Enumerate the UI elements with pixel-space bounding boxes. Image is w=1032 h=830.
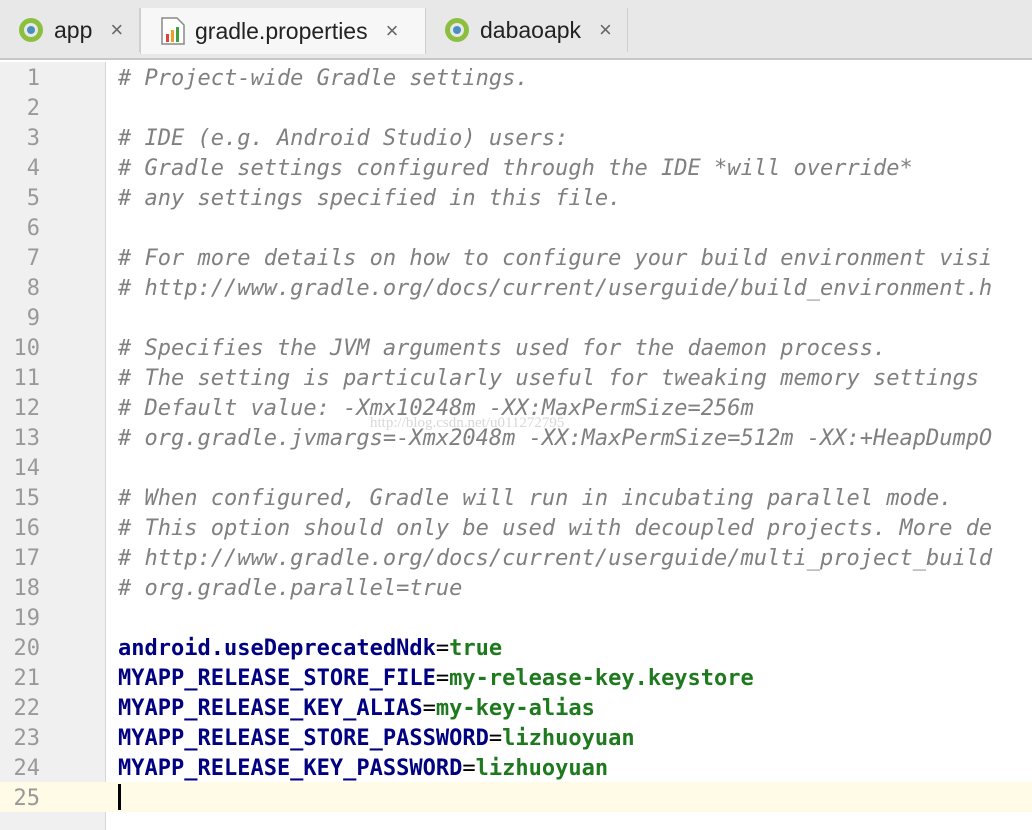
line-number: 25 bbox=[13, 786, 41, 811]
property-separator: = bbox=[488, 726, 503, 751]
code-comment-line: # http://www.gradle.org/docs/current/use… bbox=[118, 546, 993, 571]
code-comment-line: # When configured, Gradle will run in in… bbox=[118, 486, 953, 511]
code-comment-line: # Specifies the JVM arguments used for t… bbox=[118, 336, 887, 361]
property-key: android.useDeprecatedNdk bbox=[118, 636, 436, 661]
code-comment-line: # Gradle settings configured through the… bbox=[118, 156, 913, 181]
line-number: 9 bbox=[26, 306, 40, 331]
line-number: 18 bbox=[13, 576, 41, 601]
tab-label: dabaoapk bbox=[480, 16, 582, 43]
property-separator: = bbox=[435, 666, 450, 691]
watermark: http://blog.csdn.net/u011272795 bbox=[370, 415, 565, 431]
editor-tab-bar: app × gradle.properties × dabaoapk × bbox=[0, 0, 1032, 60]
android-module-icon bbox=[445, 18, 469, 42]
text-caret bbox=[118, 784, 121, 810]
code-comment-line: # Project-wide Gradle settings. bbox=[118, 66, 529, 91]
property-line: android.useDeprecatedNdk=true bbox=[118, 634, 502, 664]
line-number: 8 bbox=[26, 276, 40, 301]
line-number: 12 bbox=[13, 396, 41, 421]
line-number: 23 bbox=[13, 726, 41, 751]
line-number: 24 bbox=[13, 756, 41, 781]
property-key: MYAPP_RELEASE_STORE_PASSWORD bbox=[118, 726, 489, 751]
tab-label: gradle.properties bbox=[195, 17, 368, 44]
property-key: MYAPP_RELEASE_KEY_PASSWORD bbox=[118, 756, 463, 781]
line-number: 13 bbox=[13, 426, 41, 451]
code-comment-line: # org.gradle.parallel=true bbox=[118, 576, 463, 601]
android-module-icon bbox=[19, 18, 43, 42]
line-number: 14 bbox=[13, 456, 41, 481]
line-number: 2 bbox=[26, 96, 40, 121]
property-line: MYAPP_RELEASE_STORE_FILE=my-release-key.… bbox=[118, 664, 754, 694]
tab-app[interactable]: app × bbox=[0, 8, 140, 52]
close-icon[interactable]: × bbox=[386, 18, 399, 44]
line-number: 6 bbox=[26, 216, 40, 241]
property-line: MYAPP_RELEASE_KEY_ALIAS=my-key-alias bbox=[118, 694, 595, 724]
close-icon[interactable]: × bbox=[599, 17, 612, 43]
property-value: true bbox=[449, 636, 503, 661]
line-number: 20 bbox=[13, 636, 41, 661]
property-separator: = bbox=[422, 696, 436, 721]
property-value: my-release-key.keystore bbox=[449, 666, 754, 691]
code-comment-line: # http://www.gradle.org/docs/current/use… bbox=[118, 276, 993, 301]
line-number: 22 bbox=[13, 696, 41, 721]
line-number: 7 bbox=[26, 246, 40, 271]
current-line-highlight bbox=[0, 782, 1032, 812]
line-number: 1 bbox=[26, 66, 40, 91]
close-icon[interactable]: × bbox=[110, 17, 123, 43]
property-value: lizhuoyuan bbox=[475, 756, 609, 781]
tab-label: app bbox=[54, 16, 93, 43]
property-separator: = bbox=[435, 636, 450, 661]
line-number: 15 bbox=[13, 486, 41, 511]
code-comment-line: # IDE (e.g. Android Studio) users: bbox=[118, 126, 569, 151]
property-value: my-key-alias bbox=[435, 696, 595, 721]
line-number: 21 bbox=[13, 666, 41, 691]
line-number: 17 bbox=[13, 546, 41, 571]
line-number: 5 bbox=[26, 186, 40, 211]
code-comment-line: # For more details on how to configure y… bbox=[118, 246, 993, 271]
line-number: 11 bbox=[13, 366, 41, 391]
code-comment-line: # any settings specified in this file. bbox=[118, 186, 622, 211]
property-line: MYAPP_RELEASE_KEY_PASSWORD=lizhuoyuan bbox=[118, 754, 608, 784]
line-number: 10 bbox=[13, 336, 41, 361]
line-number: 4 bbox=[26, 156, 40, 181]
line-number: 16 bbox=[13, 516, 41, 541]
property-key: MYAPP_RELEASE_STORE_FILE bbox=[118, 666, 436, 691]
line-number: 19 bbox=[13, 606, 41, 631]
code-comment-line: # The setting is particularly useful for… bbox=[118, 366, 979, 391]
property-value: lizhuoyuan bbox=[502, 726, 635, 751]
property-separator: = bbox=[462, 756, 476, 781]
line-number: 3 bbox=[26, 126, 40, 151]
property-line: MYAPP_RELEASE_STORE_PASSWORD=lizhuoyuan bbox=[118, 724, 635, 754]
property-key: MYAPP_RELEASE_KEY_ALIAS bbox=[118, 696, 423, 721]
code-comment-line: # This option should only be used with d… bbox=[118, 516, 993, 541]
tab-gradle-properties[interactable]: gradle.properties × bbox=[140, 8, 426, 54]
properties-file-icon bbox=[161, 17, 185, 45]
tab-dabaoapk[interactable]: dabaoapk × bbox=[426, 8, 628, 52]
